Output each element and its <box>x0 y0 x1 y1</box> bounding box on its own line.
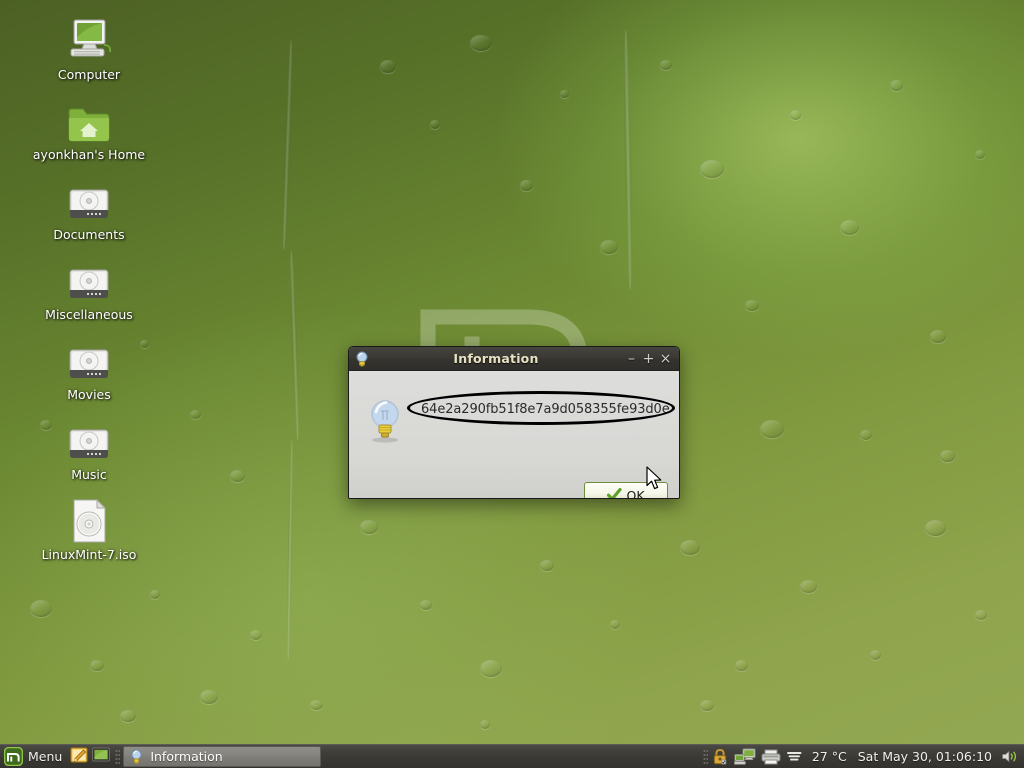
window-list: Information <box>123 746 700 768</box>
weather-icon[interactable] <box>786 748 804 766</box>
dialog-message: 64e2a290fb51f8e7a9d058355fe93d0e <box>421 402 670 417</box>
temperature-label: 27 °C <box>811 749 847 764</box>
minimize-button[interactable]: – <box>623 350 640 368</box>
menu-label: Menu <box>28 749 63 764</box>
desktop-icon-linuxmint-iso[interactable]: LinuxMint-7.iso <box>29 494 149 562</box>
lightbulb-icon <box>130 749 143 764</box>
printer-icon[interactable] <box>761 748 781 766</box>
desktop-icon-label: Movies <box>67 387 111 402</box>
text-editor-icon <box>70 746 88 767</box>
computer-icon <box>29 14 149 64</box>
dialog-body: 64e2a290fb51f8e7a9d058355fe93d0e OK <box>349 371 679 499</box>
iso-disc-icon <box>29 494 149 544</box>
desktop-icon-home[interactable]: ayonkhan's Home <box>29 94 149 162</box>
harddisk-icon <box>29 174 149 224</box>
lightbulb-icon <box>367 399 403 447</box>
show-desktop-icon <box>92 747 111 766</box>
ok-button[interactable]: OK <box>584 482 668 499</box>
desktop-icon-label: Music <box>71 467 107 482</box>
tray-grip[interactable] <box>702 748 708 765</box>
mint-logo-icon <box>4 747 23 766</box>
information-dialog[interactable]: Information – + × 64e2a290fb51f8e7a9d058… <box>348 346 680 499</box>
ok-button-label: OK <box>626 487 645 499</box>
clock-label[interactable]: Sat May 30, 01:06:10 <box>855 749 995 764</box>
dialog-titlebar[interactable]: Information – + × <box>349 347 679 371</box>
close-button[interactable]: × <box>657 350 674 368</box>
harddisk-icon <box>29 254 149 304</box>
launcher-text-editor[interactable] <box>69 747 89 767</box>
ok-rest: K <box>636 487 645 499</box>
lightbulb-icon <box>355 351 369 367</box>
system-tray: 27 °C Sat May 30, 01:06:10 <box>711 748 1024 766</box>
harddisk-icon <box>29 334 149 384</box>
desktop-icon-music[interactable]: Music <box>29 414 149 482</box>
harddisk-icon <box>29 414 149 464</box>
network-icon[interactable] <box>733 748 756 766</box>
volume-icon[interactable] <box>1000 748 1018 766</box>
desktop-icon-label: Documents <box>53 227 125 242</box>
taskbar[interactable]: Menu Information 27 °C Sat May 30, 01:06… <box>0 744 1024 768</box>
desktop-icon-label: Computer <box>57 67 121 82</box>
desktop-icon-documents[interactable]: Documents <box>29 174 149 242</box>
ok-mnemonic: O <box>626 487 637 499</box>
taskbar-window-information[interactable]: Information <box>123 746 322 767</box>
maximize-button[interactable]: + <box>640 350 657 368</box>
home-folder-icon <box>29 94 149 144</box>
desktop[interactable]: Computer ayonkhan's Home Documents Misce… <box>0 0 1024 768</box>
launcher-show-desktop[interactable] <box>91 747 111 767</box>
desktop-icon-miscellaneous[interactable]: Miscellaneous <box>29 254 149 322</box>
desktop-icon-label: ayonkhan's Home <box>32 147 146 162</box>
desktop-icon-label: LinuxMint-7.iso <box>41 547 137 562</box>
desktop-icon-computer[interactable]: Computer <box>29 14 149 82</box>
lock-icon[interactable] <box>711 748 729 766</box>
panel-grip[interactable] <box>115 748 121 765</box>
dialog-title: Information <box>453 351 539 366</box>
menu-button[interactable]: Menu <box>0 746 68 768</box>
taskbar-window-label: Information <box>150 749 223 764</box>
desktop-icon-movies[interactable]: Movies <box>29 334 149 402</box>
green-check-icon <box>607 488 623 498</box>
desktop-icon-label: Miscellaneous <box>45 307 133 322</box>
